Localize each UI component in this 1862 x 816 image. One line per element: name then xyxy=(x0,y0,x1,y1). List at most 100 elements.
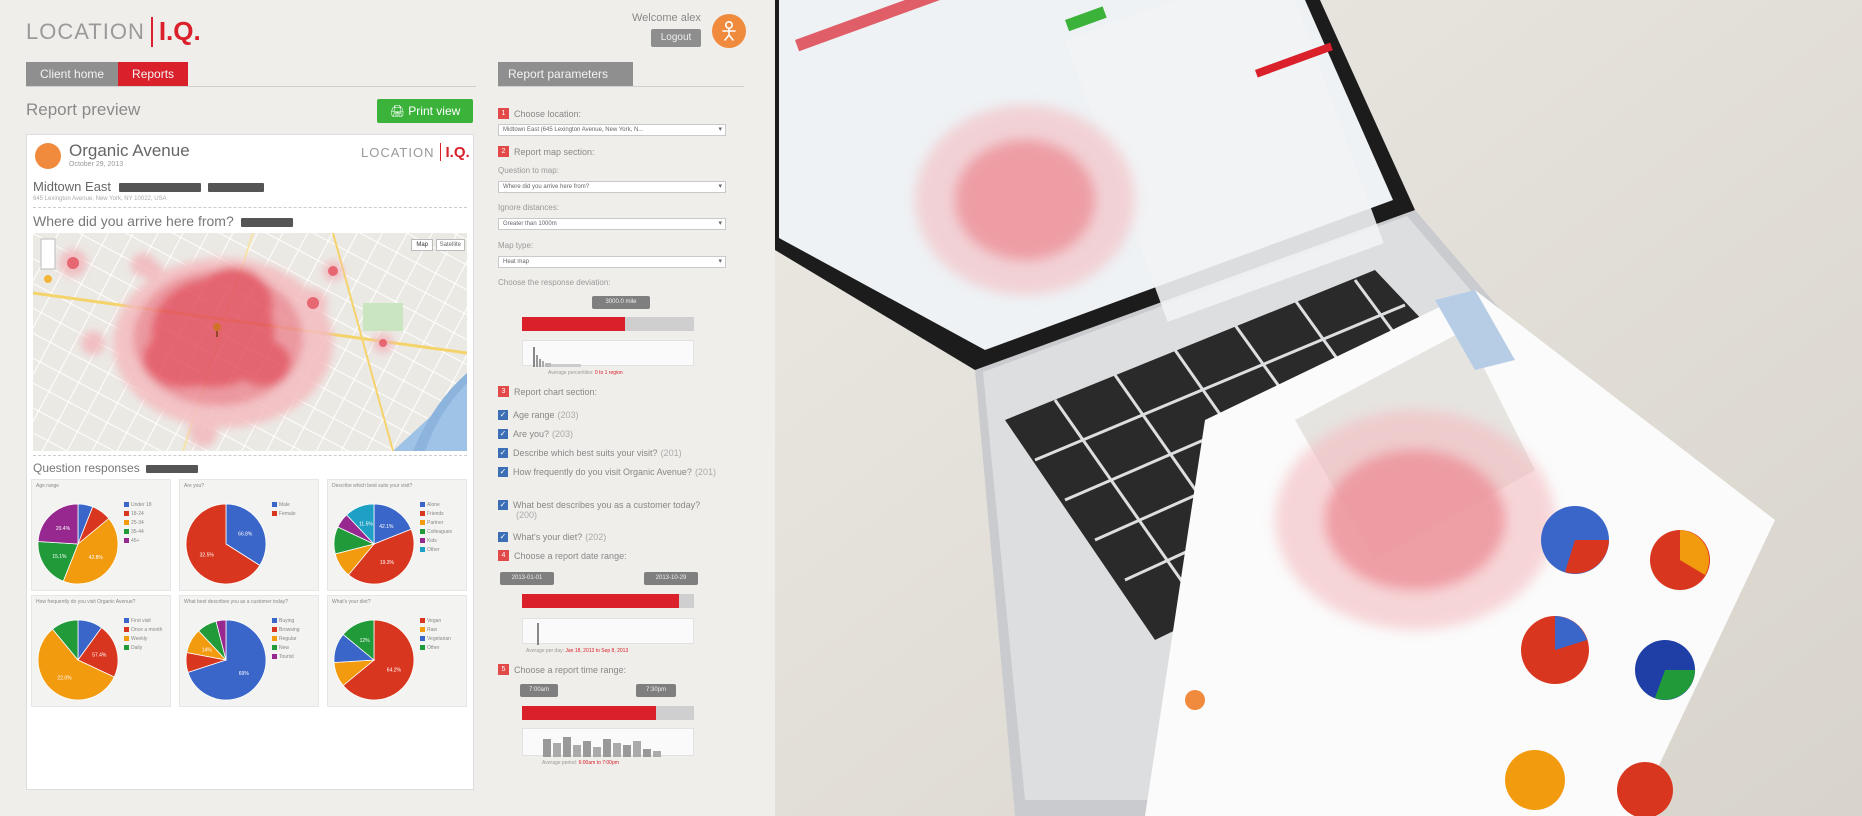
checkbox-checked-icon[interactable]: ✓ xyxy=(498,467,508,477)
legend-label: 35-44 xyxy=(131,529,144,535)
step-number: 5 xyxy=(498,664,509,675)
breadcrumb-reports[interactable]: Reports xyxy=(118,62,189,86)
pie-percent-label: 20.4% xyxy=(56,526,71,532)
pie-percent-label: 15.1% xyxy=(52,554,67,560)
legend-item: Colleagues xyxy=(420,529,466,535)
step-label: Report chart section: xyxy=(514,386,598,397)
checkbox-checked-icon[interactable]: ✓ xyxy=(498,500,508,510)
chart-question-checkbox[interactable]: ✓ Age range (203) xyxy=(498,410,718,420)
legend-item: Weekly xyxy=(124,636,170,642)
legend-swatch xyxy=(124,502,129,507)
legend-label: 18-24 xyxy=(131,511,144,517)
step-label: Report map section: xyxy=(514,146,595,157)
print-view-button[interactable]: 🖨 Print view xyxy=(377,99,473,123)
legend-swatch xyxy=(420,511,425,516)
question-to-map-label: Question to map: xyxy=(498,166,559,175)
legend-item: Alone xyxy=(420,502,466,508)
heat-map[interactable]: Map Satellite xyxy=(33,233,467,451)
legend-item: 25-34 xyxy=(124,520,170,526)
legend-swatch xyxy=(124,636,129,641)
location-select[interactable]: Midtown East (645 Lexington Avenue, New … xyxy=(498,124,726,136)
step-number: 4 xyxy=(498,550,509,561)
checkbox-checked-icon[interactable]: ✓ xyxy=(498,448,508,458)
pie-chart: 22.0% 57.4% xyxy=(37,619,119,701)
pie-percent-label: 32.5% xyxy=(200,553,215,559)
checkbox-count: (201) xyxy=(660,448,682,458)
legend-swatch xyxy=(420,618,425,623)
location-name: Midtown East xyxy=(33,179,265,194)
breadcrumb: Client home Reports xyxy=(26,62,189,86)
chart-question-checkbox[interactable]: ✓ What best describes you as a customer t… xyxy=(498,500,718,520)
date-caption-range: Jan 18, 2013 to Sep 8, 2013 xyxy=(565,648,629,654)
pie-legend: Vegan Raw Vegetarian Other xyxy=(420,618,466,654)
checkbox-checked-icon[interactable]: ✓ xyxy=(498,429,508,439)
legend-swatch xyxy=(124,538,129,543)
chart-question-checkbox[interactable]: ✓ Are you? (203) xyxy=(498,429,718,439)
pie-chart-card: Are you? 32.5% 66.8% Male Female xyxy=(179,479,319,591)
legend-item: New xyxy=(272,645,318,651)
time-to-tag: 7:30pm xyxy=(636,684,676,697)
legend-label: Under 18 xyxy=(131,502,152,508)
legend-item: Other xyxy=(420,645,466,651)
user-avatar-icon[interactable] xyxy=(712,14,746,48)
legend-label: Kids xyxy=(427,538,437,544)
legend-swatch xyxy=(420,547,425,552)
legend-label: Vegan xyxy=(427,618,442,624)
welcome-text: Welcome alex xyxy=(632,12,701,24)
deviation-value-tag: 3000.0 mile xyxy=(592,296,650,309)
legend-swatch xyxy=(124,645,129,650)
legend-item: Kids xyxy=(420,538,466,544)
checkbox-checked-icon[interactable]: ✓ xyxy=(498,532,508,542)
legend-swatch xyxy=(420,502,425,507)
pie-percent-label: 42.1% xyxy=(379,524,394,530)
legend-swatch xyxy=(272,654,277,659)
question-to-map-select[interactable]: Where did you arrive here from? xyxy=(498,181,726,193)
pie-chart: 64.2% 12% xyxy=(333,619,415,701)
pie-percent-label: 12% xyxy=(360,638,371,644)
response-deviation-label: Choose the response deviation: xyxy=(498,278,611,287)
map-toggle-map[interactable]: Map xyxy=(411,239,433,251)
checkbox-checked-icon[interactable]: ✓ xyxy=(498,410,508,420)
legend-swatch xyxy=(420,538,425,543)
chart-question-checkbox[interactable]: ✓ Describe which best suits your visit? (2… xyxy=(498,448,718,458)
legend-swatch xyxy=(420,627,425,632)
photo-illustration xyxy=(775,0,1862,816)
ignore-distances-select[interactable]: Greater than 1000m xyxy=(498,218,726,230)
legend-label: Colleagues xyxy=(427,529,453,535)
deviation-histogram xyxy=(522,340,694,367)
map-type-select[interactable]: Heat map xyxy=(498,256,726,268)
legend-item: Buying xyxy=(272,618,318,624)
pie-chart-title: What best describes you as a customer to… xyxy=(184,599,288,605)
legend-item: Under 18 xyxy=(124,502,170,508)
redacted-badge xyxy=(146,464,199,473)
legend-label: Other xyxy=(427,645,440,651)
divider xyxy=(26,86,476,87)
breadcrumb-client-home[interactable]: Client home xyxy=(26,62,119,86)
logout-button[interactable]: Logout xyxy=(651,29,701,47)
legend-label: Browsing xyxy=(279,627,300,633)
pie-chart-title: Age range xyxy=(36,483,60,489)
legend-swatch xyxy=(272,627,277,632)
chart-question-checkbox[interactable]: ✓ How frequently do you visit Organic Ave… xyxy=(498,467,718,477)
step-chart-section: 3 Report chart section: xyxy=(498,386,597,397)
legend-swatch xyxy=(420,636,425,641)
chart-question-checkbox[interactable]: ✓ What's your diet? (202) xyxy=(498,532,718,542)
pie-legend: Male Female xyxy=(272,502,318,520)
step-map-section: 2 Report map section: xyxy=(498,146,595,157)
time-histogram-bars xyxy=(543,737,661,757)
legend-item: Female xyxy=(272,511,318,517)
divider xyxy=(498,86,744,87)
location-iq-logo[interactable]: LOCATION I.Q. xyxy=(26,16,201,47)
legend-item: First visit xyxy=(124,618,170,624)
legend-swatch xyxy=(272,511,277,516)
time-caption-text: Average period: xyxy=(542,760,578,766)
pie-percent-label: 11.5% xyxy=(359,522,373,528)
legend-label: Daily xyxy=(131,645,143,651)
legend-item: 45+ xyxy=(124,538,170,544)
legend-swatch xyxy=(420,520,425,525)
date-histogram-bars xyxy=(537,623,539,645)
map-toggle-satellite[interactable]: Satellite xyxy=(435,239,465,251)
pie-percent-label: 66.8% xyxy=(238,531,253,537)
pie-legend: Alone Friends Partner Colleagues Kids Other xyxy=(420,502,466,556)
tab-report-parameters[interactable]: Report parameters xyxy=(498,62,633,86)
